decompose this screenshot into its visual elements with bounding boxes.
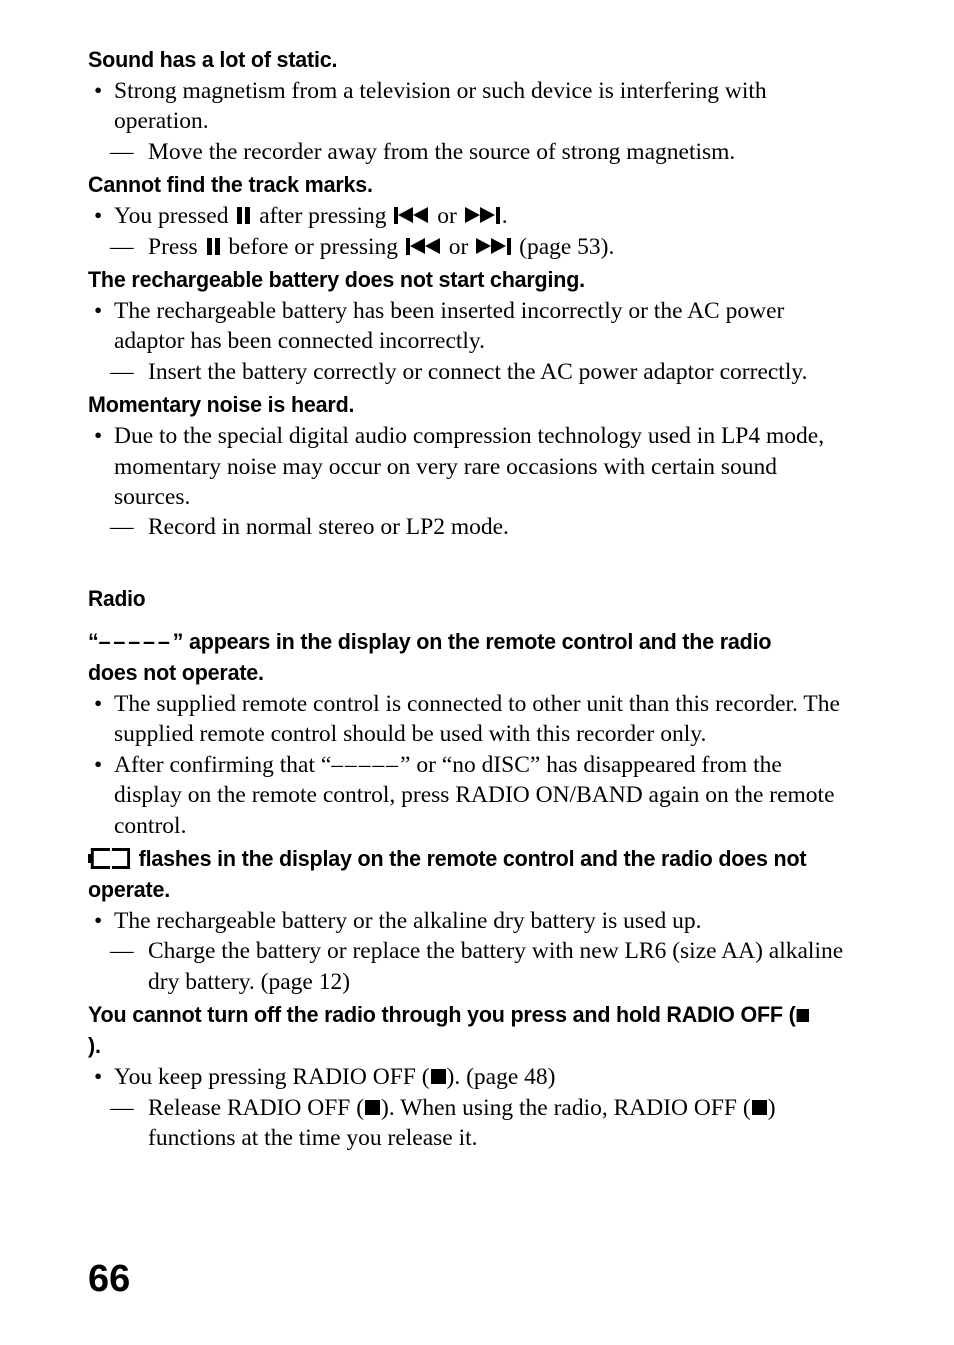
em-dash-marker: — <box>110 138 134 165</box>
page-number: 66 <box>88 1258 131 1300</box>
bullet-dot-icon: • <box>94 1064 103 1091</box>
open-quote: “ <box>88 628 99 654</box>
bullet-item: • After confirming that “–––––” or “no dI… <box>92 750 848 841</box>
heading-dashes-appear: “–––––” appears in the display on the re… <box>88 626 814 688</box>
bullet-item: • The rechargeable battery has been inse… <box>92 296 848 357</box>
bullet-text-or: or <box>437 203 457 230</box>
bullet-dot-icon: • <box>94 298 103 325</box>
heading-rest: appears in the display on the remote con… <box>88 628 772 685</box>
empty-battery-icon <box>88 847 131 869</box>
bullet-text-end: . <box>501 203 508 230</box>
heading-rest: flashes in the display on the remote con… <box>88 845 807 902</box>
bullet-item: • You pressed after pressing or . <box>92 201 848 231</box>
previous-track-icon <box>405 237 441 255</box>
section-heading-radio: Radio <box>88 585 146 611</box>
bullet-dot-icon: • <box>94 907 103 934</box>
dash-text: Insert the battery correctly or connect … <box>148 358 808 385</box>
bullet-dot-icon: • <box>94 751 103 778</box>
stop-icon <box>430 1069 446 1085</box>
dash-item: — Record in normal stereo or LP2 mode. <box>92 512 848 542</box>
bullet-text-pre: You keep pressing RADIO OFF ( <box>114 1064 430 1091</box>
stop-icon <box>751 1099 767 1115</box>
page-content: Sound has a lot of static. • Strong magn… <box>88 44 848 1153</box>
previous-track-icon <box>394 207 429 225</box>
dash-text-end: (page 53). <box>519 233 615 260</box>
em-dash-marker: — <box>110 1094 134 1121</box>
close-quote: ” <box>172 628 184 654</box>
heading-momentary-noise: Momentary noise is heard. <box>88 392 355 418</box>
bullet-dot-icon: • <box>94 690 103 717</box>
bullet-text: Strong magnetism from a television or su… <box>114 78 767 135</box>
dash-item: — Charge the battery or replace the batt… <box>92 936 848 997</box>
em-dash-marker: — <box>110 233 134 260</box>
bullet-text: The supplied remote control is connected… <box>114 690 840 748</box>
pause-icon <box>236 207 251 225</box>
heading-battery-charging: The rechargeable battery does not start … <box>88 267 585 293</box>
bullet-text: Due to the special digital audio compres… <box>114 423 825 511</box>
bullet-dot-icon: • <box>94 78 103 104</box>
bullet-dot-icon: • <box>94 203 103 230</box>
heading-track-marks: Cannot find the track marks. <box>88 172 373 198</box>
dash-text-mid: ). When using the radio, RADIO OFF ( <box>381 1094 751 1121</box>
dash-text-pre: Release RADIO OFF ( <box>148 1094 365 1121</box>
pause-icon <box>206 237 221 255</box>
dash-item: — Release RADIO OFF ( ). When using the ra… <box>92 1093 848 1154</box>
heading-radio-off: You cannot turn off the radio through yo… <box>88 999 814 1061</box>
stop-icon <box>365 1099 381 1115</box>
manual-page: Sound has a lot of static. • Strong magn… <box>0 0 954 1345</box>
heading-post: ). <box>88 1033 101 1059</box>
stop-icon <box>796 1009 809 1023</box>
dash-run: ––––– <box>98 628 173 654</box>
bullet-text-mid: after pressing <box>259 203 387 230</box>
dash-text-mid: before or pressing <box>228 233 399 260</box>
dash-item: — Press before or pressing or (page 53). <box>92 232 848 262</box>
dash-text: Record in normal stereo or LP2 mode. <box>148 514 509 541</box>
heading-sound-static: Sound has a lot of static. <box>88 47 338 72</box>
dash-run: ––––– <box>331 751 401 778</box>
em-dash-marker: — <box>110 358 134 385</box>
dash-item: — Move the recorder away from the source… <box>92 137 848 167</box>
bullet-dot-icon: • <box>94 423 103 450</box>
bullet-item: • Strong magnetism from a television or … <box>92 76 848 137</box>
bullet-text: The rechargeable battery has been insert… <box>114 298 785 355</box>
dash-text: Move the recorder away from the source o… <box>148 138 736 165</box>
bullet-item: • You keep pressing RADIO OFF ( ). (page 4… <box>92 1062 848 1092</box>
dash-text: Charge the battery or replace the batter… <box>148 938 844 995</box>
em-dash-marker: — <box>110 938 134 965</box>
bullet-item: • Due to the special digital audio compr… <box>92 421 848 512</box>
heading-pre: You cannot turn off the radio through yo… <box>88 1002 796 1028</box>
bullet-text-pre: After confirming that “ <box>114 751 332 778</box>
bullet-item: • The supplied remote control is connect… <box>92 689 848 750</box>
next-track-icon <box>476 237 512 255</box>
next-track-icon <box>464 207 500 225</box>
bullet-text-post: ). (page 48) <box>446 1064 556 1091</box>
heading-battery-flashes: flashes in the display on the remote con… <box>88 843 814 905</box>
bullet-text: The rechargeable battery or the alkaline… <box>114 907 702 934</box>
dash-text-or: or <box>448 233 469 260</box>
dash-item: — Insert the battery correctly or connec… <box>92 357 848 387</box>
bullet-text-pre: You pressed <box>114 203 229 230</box>
dash-text-pre: Press <box>148 233 198 260</box>
em-dash-marker: — <box>110 514 134 541</box>
bullet-item: • The rechargeable battery or the alkali… <box>92 906 848 936</box>
